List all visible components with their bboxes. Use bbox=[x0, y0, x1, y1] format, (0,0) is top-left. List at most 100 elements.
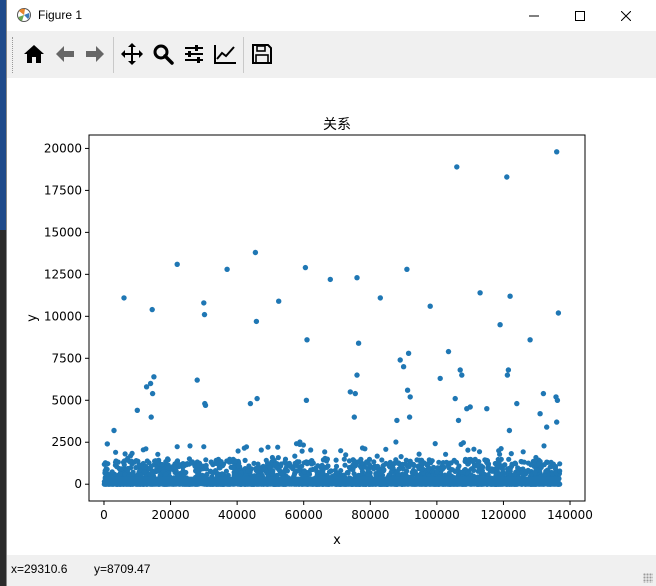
scatter-point bbox=[345, 470, 351, 476]
scatter-point bbox=[445, 348, 452, 355]
scatter-point bbox=[527, 337, 533, 343]
scatter-point bbox=[146, 460, 152, 466]
scatter-point bbox=[381, 467, 387, 473]
scatter-point bbox=[555, 310, 562, 316]
scatter-point bbox=[165, 457, 171, 463]
home-icon bbox=[24, 45, 44, 63]
scatter-point bbox=[265, 444, 271, 450]
scatter-point bbox=[174, 261, 180, 267]
scatter-point bbox=[302, 264, 309, 271]
scatter-point bbox=[520, 449, 526, 455]
scatter-point bbox=[377, 295, 383, 301]
scatter-point bbox=[379, 457, 385, 463]
toolbar-grip[interactable] bbox=[12, 37, 15, 73]
subplots-button[interactable] bbox=[181, 41, 207, 67]
scatter-point bbox=[497, 451, 503, 457]
scatter-point bbox=[297, 441, 303, 447]
scatter-point bbox=[484, 406, 490, 412]
resize-grip[interactable] bbox=[643, 573, 653, 583]
scatter-point bbox=[113, 449, 119, 455]
save-disk-icon bbox=[252, 44, 272, 64]
scatter-point bbox=[489, 468, 495, 474]
scatter-point bbox=[264, 460, 271, 466]
figure-canvas[interactable]: 关系 0 20000 40000 60000 80000 100000 120000 1400… bbox=[7, 78, 656, 555]
scatter-point bbox=[271, 457, 277, 463]
magnifier-icon bbox=[153, 44, 174, 65]
close-icon bbox=[621, 10, 631, 21]
scatter-point bbox=[443, 459, 450, 465]
scatter-point bbox=[343, 452, 349, 458]
scatter-point bbox=[232, 458, 238, 464]
minimize-button[interactable] bbox=[511, 0, 557, 31]
scatter-chart[interactable]: 关系 0 20000 40000 60000 80000 100000 120000 1400… bbox=[7, 78, 656, 555]
x-tick-label: 40000 bbox=[218, 508, 256, 522]
scatter-point bbox=[514, 400, 520, 407]
scatter-point bbox=[554, 397, 561, 403]
scatter-point bbox=[477, 290, 483, 296]
x-tick-label: 20000 bbox=[151, 508, 189, 522]
scatter-point bbox=[258, 447, 264, 453]
scatter-point bbox=[252, 249, 259, 256]
scatter-point bbox=[147, 380, 154, 387]
scatter-point bbox=[497, 471, 504, 477]
scatter-point bbox=[497, 322, 503, 328]
customize-button[interactable] bbox=[212, 41, 238, 67]
scatter-point bbox=[544, 424, 550, 430]
scatter-point bbox=[405, 350, 412, 356]
scatter-point bbox=[483, 457, 489, 463]
save-button[interactable] bbox=[249, 41, 275, 67]
y-tick-label: 7500 bbox=[51, 351, 82, 365]
scatter-point bbox=[448, 467, 454, 473]
scatter-point bbox=[202, 400, 208, 407]
scatter-point bbox=[143, 446, 149, 452]
scatter-point bbox=[459, 372, 465, 378]
scatter-point bbox=[427, 303, 433, 309]
scatter-point bbox=[457, 367, 463, 373]
scatter-point bbox=[203, 457, 209, 463]
home-button[interactable] bbox=[21, 41, 47, 67]
scatter-point bbox=[460, 440, 466, 446]
zoom-button[interactable] bbox=[150, 41, 176, 67]
scatter-point bbox=[543, 468, 549, 474]
forward-button[interactable] bbox=[82, 41, 108, 67]
scatter-point bbox=[104, 441, 111, 447]
scatter-point bbox=[436, 459, 442, 465]
scatter-point bbox=[406, 414, 413, 420]
scatter-point bbox=[512, 460, 518, 466]
back-button[interactable] bbox=[52, 41, 78, 67]
scatter-point bbox=[223, 468, 229, 474]
y-tick-label: 0 bbox=[74, 477, 82, 491]
scatter-point bbox=[324, 458, 330, 464]
maximize-button[interactable] bbox=[557, 0, 603, 31]
scatter-point bbox=[383, 446, 389, 452]
scatter-point bbox=[352, 390, 358, 397]
scatter-point bbox=[505, 466, 512, 472]
x-tick-label: 140000 bbox=[547, 508, 593, 522]
scatter-point bbox=[287, 462, 293, 468]
scatter-point bbox=[299, 448, 305, 454]
scatter-point bbox=[504, 174, 510, 180]
status-bar: x=29310.6 y=8709.47 bbox=[7, 555, 656, 586]
scatter-point bbox=[313, 465, 319, 471]
scatter-point bbox=[301, 469, 307, 475]
scatter-point bbox=[149, 390, 156, 397]
scatter-point bbox=[416, 451, 422, 457]
pan-button[interactable] bbox=[119, 41, 145, 67]
scatter-point bbox=[393, 439, 399, 445]
scatter-point bbox=[276, 298, 282, 304]
scatter-point bbox=[275, 444, 281, 450]
x-axis-label: x bbox=[333, 533, 341, 548]
scatter-point bbox=[125, 465, 131, 472]
scatter-point bbox=[127, 459, 133, 465]
title-bar[interactable]: Figure 1 bbox=[7, 0, 656, 31]
scatter-point bbox=[403, 457, 409, 463]
close-button[interactable] bbox=[603, 0, 649, 31]
scatter-point bbox=[412, 469, 418, 475]
x-tick-label: 0 bbox=[100, 508, 108, 522]
scatter-point bbox=[187, 443, 193, 449]
scatter-point bbox=[282, 459, 288, 465]
scatter-point bbox=[506, 427, 513, 434]
scatter-point bbox=[532, 470, 538, 476]
scatter-point bbox=[418, 460, 424, 466]
scatter-point bbox=[474, 463, 480, 469]
